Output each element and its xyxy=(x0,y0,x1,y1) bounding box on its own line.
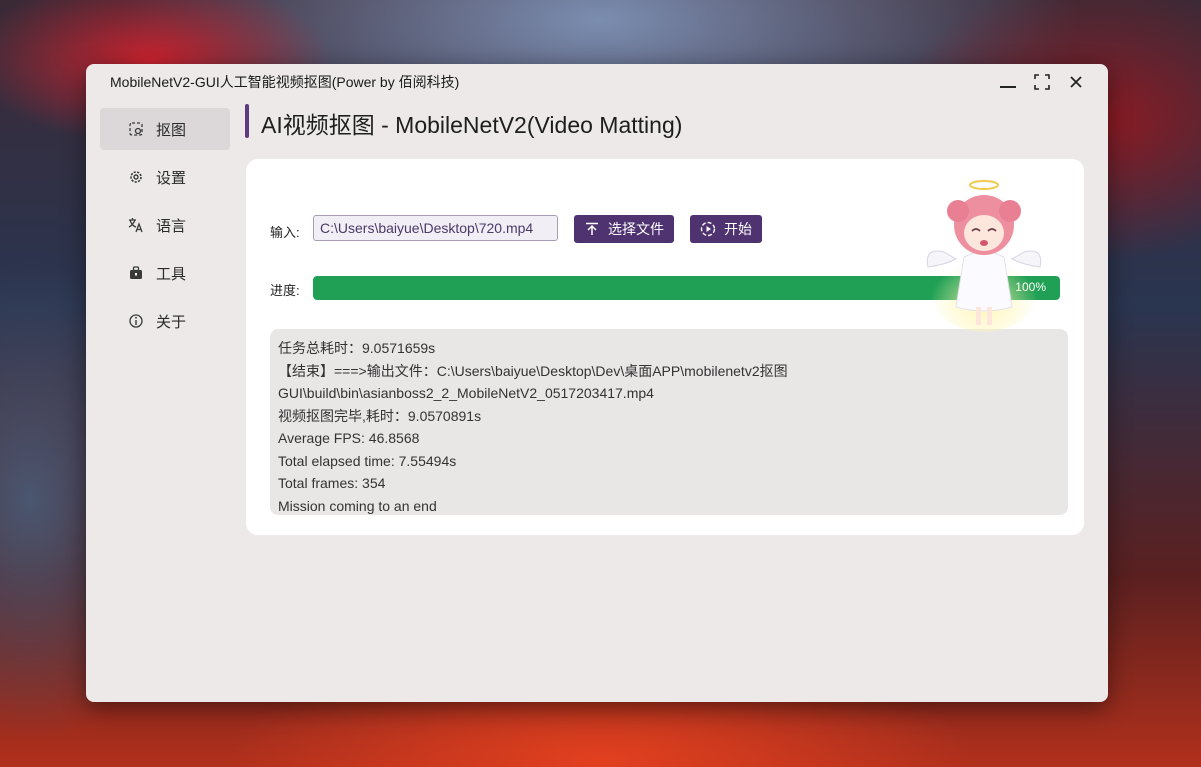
close-icon xyxy=(1070,76,1082,88)
sidebar-item-settings[interactable]: 设置 xyxy=(100,156,230,198)
progress-label: 进度: xyxy=(270,283,300,298)
window-title: MobileNetV2-GUI人工智能视频抠图(Power by 佰阅科技) xyxy=(110,74,460,90)
title-bar: MobileNetV2-GUI人工智能视频抠图(Power by 佰阅科技) xyxy=(86,64,1108,98)
matting-icon xyxy=(128,121,144,137)
choose-file-button[interactable]: 选择文件 xyxy=(574,215,674,243)
play-circle-icon xyxy=(700,221,716,237)
sidebar-item-label: 设置 xyxy=(156,168,187,187)
translate-icon xyxy=(128,217,144,233)
log-line: 任务总耗时：9.0571659s xyxy=(278,340,436,356)
log-line: 【结束】===>输出文件：C:\Users\baiyue\Desktop\Dev… xyxy=(278,362,788,379)
input-label: 输入: xyxy=(270,225,300,240)
toolbox-icon xyxy=(128,265,144,281)
sidebar-item-label: 关于 xyxy=(156,312,187,331)
log-line: Total frames: 354 xyxy=(278,475,386,491)
sidebar-item-tools[interactable]: 工具 xyxy=(100,252,230,294)
log-line: GUI\build\bin\asianboss2_2_MobileNetV2_0… xyxy=(278,385,654,401)
minimize-button[interactable] xyxy=(993,70,1023,94)
log-line: 视频抠图完毕,耗时：9.0570891s xyxy=(278,407,482,424)
log-output[interactable]: 任务总耗时：9.0571659s 【结束】===>输出文件：C:\Users\b… xyxy=(270,329,1068,515)
start-label: 开始 xyxy=(724,222,752,238)
sidebar-item-matting[interactable]: 抠图 xyxy=(100,108,230,150)
sidebar-item-label: 工具 xyxy=(156,264,187,283)
header-accent-bar xyxy=(245,104,249,138)
close-button[interactable] xyxy=(1061,70,1091,94)
log-line: Total elapsed time: 7.55494s xyxy=(278,452,457,469)
choose-file-label: 选择文件 xyxy=(608,222,664,238)
log-line: Average FPS: 46.8568 xyxy=(278,430,420,446)
gear-icon xyxy=(128,169,144,185)
log-line: Mission coming to an end xyxy=(278,497,437,514)
maximize-button[interactable] xyxy=(1027,70,1057,94)
angel-mascot-image xyxy=(926,180,1042,332)
sidebar-item-label: 抠图 xyxy=(156,120,187,139)
file-path-input[interactable]: C:\Users\baiyue\Desktop\720.mp4 xyxy=(313,215,558,241)
sidebar: 抠图 设置 语言 工具 关于 xyxy=(100,108,230,348)
maximize-icon xyxy=(1034,74,1050,90)
info-icon xyxy=(128,313,144,329)
sidebar-item-language[interactable]: 语言 xyxy=(100,204,230,246)
sidebar-item-about[interactable]: 关于 xyxy=(100,300,230,342)
sidebar-item-label: 语言 xyxy=(156,216,187,235)
upload-icon xyxy=(584,221,600,237)
start-button[interactable]: 开始 xyxy=(690,215,762,243)
app-window: MobileNetV2-GUI人工智能视频抠图(Power by 佰阅科技) 抠… xyxy=(86,64,1108,702)
matting-card: 输入: C:\Users\baiyue\Desktop\720.mp4 选择文件… xyxy=(246,159,1084,535)
minimize-icon xyxy=(1000,86,1016,88)
page-title: AI视频抠图 - MobileNetV2(Video Matting) xyxy=(261,112,683,138)
